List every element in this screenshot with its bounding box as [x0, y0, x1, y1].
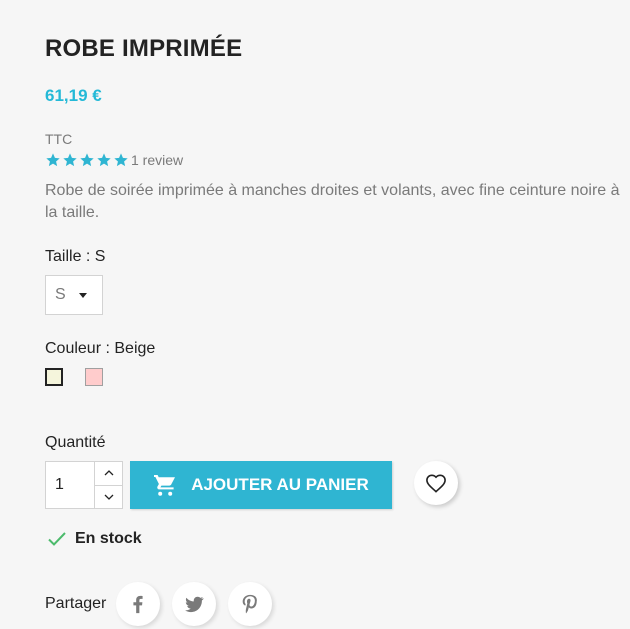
- quantity-stepper: 1: [45, 461, 123, 509]
- size-label: Taille : S: [45, 248, 106, 265]
- quantity-decrease-button[interactable]: [95, 484, 122, 508]
- check-icon: [48, 532, 66, 546]
- star-icon: [46, 153, 60, 167]
- color-label: Couleur : Beige: [45, 340, 156, 357]
- heart-icon: [426, 474, 446, 493]
- twitter-icon: [185, 596, 205, 613]
- caret-down-icon: [78, 292, 87, 298]
- quantity-stepper-buttons: [94, 462, 122, 508]
- size-select-value: S: [55, 286, 66, 303]
- color-swatch-beige[interactable]: [45, 368, 63, 386]
- social-share: Partager: [45, 581, 284, 627]
- size-select[interactable]: S: [45, 275, 103, 315]
- chevron-up-icon: [104, 470, 113, 476]
- quantity-input[interactable]: 1: [46, 462, 94, 508]
- star-icon: [63, 153, 77, 167]
- stock-status-text: En stock: [75, 530, 142, 547]
- chevron-down-icon: [104, 494, 113, 500]
- add-to-cart-label: AJOUTER AU PANIER: [191, 475, 369, 494]
- wishlist-button[interactable]: [414, 461, 458, 505]
- product-description: Robe de soirée imprimée à manches droite…: [45, 182, 620, 221]
- shopping-cart-icon: [154, 475, 176, 496]
- share-facebook-button[interactable]: [116, 582, 161, 626]
- product-info-panel: ROBE IMPRIMÉE 61,19 € TTC 1 review Robe …: [45, 0, 630, 629]
- product-rating[interactable]: 1 review: [45, 150, 183, 170]
- share-pinterest-button[interactable]: [228, 582, 273, 626]
- star-icon: [114, 153, 128, 167]
- quantity-label: Quantité: [45, 434, 106, 451]
- star-icon: [97, 153, 111, 167]
- share-twitter-button[interactable]: [172, 582, 217, 626]
- tax-label: TTC: [45, 131, 73, 147]
- star-icon: [80, 153, 94, 167]
- review-count-link[interactable]: 1 review: [131, 152, 183, 168]
- facebook-icon: [133, 595, 143, 614]
- color-swatch-pink[interactable]: [85, 368, 103, 386]
- pinterest-icon: [243, 594, 258, 614]
- star-rating: [45, 152, 129, 168]
- quantity-increase-button[interactable]: [95, 462, 122, 485]
- add-to-cart-button[interactable]: AJOUTER AU PANIER: [130, 461, 392, 509]
- share-label: Partager: [45, 595, 107, 612]
- stock-status: En stock: [47, 530, 142, 548]
- product-title: ROBE IMPRIMÉE: [45, 35, 243, 62]
- product-price: 61,19 €: [45, 86, 102, 105]
